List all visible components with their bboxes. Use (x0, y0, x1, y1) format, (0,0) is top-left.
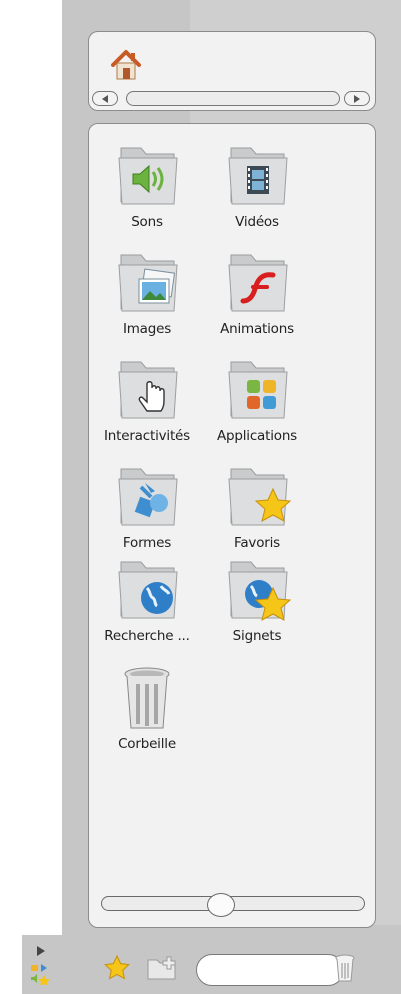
folder-applications[interactable]: Applications (197, 356, 317, 444)
folder-label: Signets (232, 628, 282, 644)
folder-label: Corbeille (118, 736, 176, 752)
search-input[interactable] (196, 954, 344, 986)
shapes-folder-icon (118, 468, 178, 526)
pointer-hand-folder-icon (118, 361, 178, 419)
globe-folder-icon (118, 561, 178, 619)
folder-sons[interactable]: Sons (87, 142, 207, 230)
flash-folder-icon (228, 254, 288, 312)
folder-videos[interactable]: Vidéos (197, 142, 317, 230)
film-folder-icon (228, 147, 288, 205)
side-mini-panel (22, 935, 62, 994)
folder-interactivites[interactable]: Interactivités (87, 356, 207, 444)
folder-recherche[interactable]: Recherche ... (87, 556, 207, 644)
trash-can-icon (124, 667, 170, 729)
expand-arrow-icon[interactable] (36, 942, 46, 961)
breadcrumb-scrollbar[interactable] (89, 89, 375, 109)
folder-label: Animations (220, 321, 294, 337)
zoom-slider-thumb[interactable] (207, 893, 235, 917)
folder-label: Vidéos (235, 214, 279, 230)
folder-images[interactable]: Images (87, 249, 207, 337)
image-folder-icon (118, 254, 178, 312)
triangle-left-icon (102, 95, 108, 103)
folder-animations[interactable]: Animations (197, 249, 317, 337)
trash-icon[interactable] (334, 953, 356, 987)
star-folder-icon (228, 468, 292, 526)
folder-corbeille[interactable]: Corbeille (87, 664, 207, 752)
scroll-thumb[interactable] (126, 91, 340, 106)
folder-label: Interactivités (104, 428, 190, 444)
folder-label: Sons (131, 214, 163, 230)
folder-formes[interactable]: Formes (87, 463, 207, 551)
triangle-right-icon (354, 95, 360, 103)
globe-star-folder-icon (228, 561, 292, 621)
folder-label: Applications (216, 428, 298, 444)
new-folder-icon[interactable] (145, 955, 181, 985)
library-toggle-icon[interactable] (30, 963, 50, 989)
sound-folder-icon (118, 147, 178, 205)
apps-folder-icon (228, 361, 288, 419)
folder-signets[interactable]: Signets (197, 556, 317, 644)
folder-label: Recherche ... (104, 628, 190, 644)
scroll-right-button[interactable] (344, 91, 370, 106)
folder-label: Formes (122, 535, 172, 551)
scroll-left-button[interactable] (92, 91, 118, 106)
folder-label: Images (122, 321, 172, 337)
star-icon[interactable] (104, 954, 130, 984)
zoom-slider[interactable] (101, 893, 365, 917)
folder-label: Favoris (234, 535, 280, 551)
home-icon[interactable] (109, 48, 143, 82)
folder-favoris[interactable]: Favoris (197, 463, 317, 551)
